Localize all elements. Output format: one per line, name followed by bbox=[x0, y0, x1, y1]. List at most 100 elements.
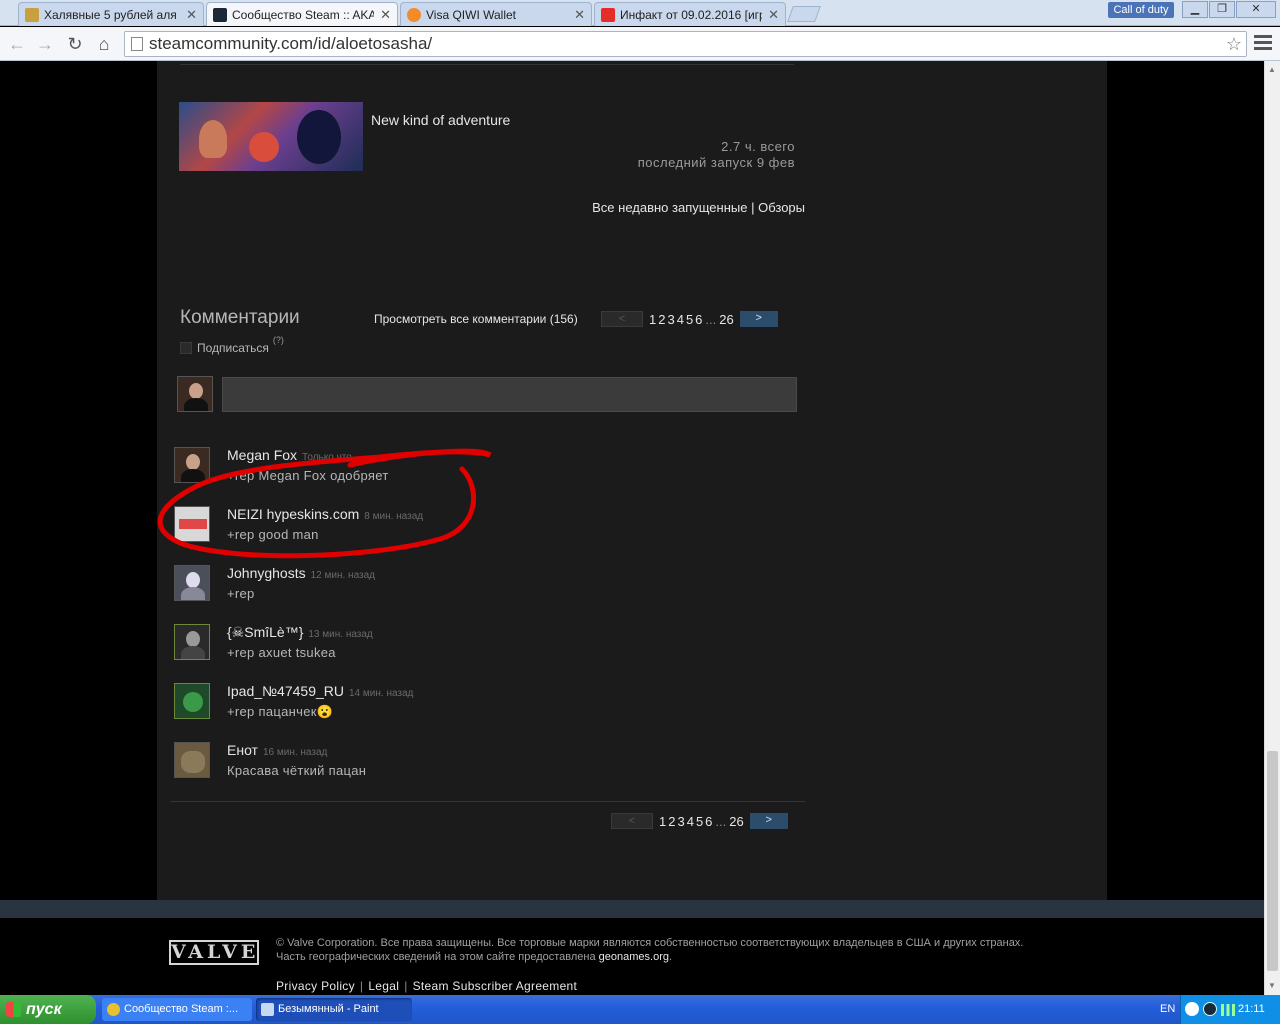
comment-author[interactable]: Johnyghosts bbox=[227, 565, 306, 581]
restore-icon[interactable]: ❐ bbox=[1209, 1, 1235, 18]
subscribe-help-icon[interactable]: (?) bbox=[273, 335, 284, 345]
geo-credit: Часть географических сведений на этом са… bbox=[276, 951, 673, 963]
taskbar-item-paint[interactable]: Безымянный - Paint bbox=[256, 998, 412, 1021]
subscriber-agreement-link[interactable]: Steam Subscriber Agreement bbox=[413, 979, 578, 993]
subscribe-label: Подписаться bbox=[197, 341, 269, 355]
network-signal-icon[interactable] bbox=[1221, 1004, 1235, 1016]
home-icon[interactable]: ⌂ bbox=[93, 33, 115, 55]
address-bar[interactable]: steamcommunity.com/id/aloetosasha/ ☆ bbox=[124, 31, 1247, 57]
all-recent-link[interactable]: Все недавно запущенные bbox=[592, 200, 747, 215]
recent-links: Все недавно запущенные | Обзоры bbox=[560, 200, 805, 215]
comment-author[interactable]: {☠SmîLè™} bbox=[227, 624, 303, 640]
view-all-comments-link[interactable]: Просмотреть все комментарии (156) bbox=[374, 312, 578, 326]
footer-links: Privacy Policy | Legal | Steam Subscriber Ag… bbox=[276, 979, 578, 993]
tab-title: Visa QIWI Wallet bbox=[426, 7, 517, 22]
page-link[interactable]: 26 bbox=[719, 312, 733, 327]
next-page-button[interactable]: > bbox=[739, 311, 778, 327]
comment-author[interactable]: NEIZI hypeskins.com bbox=[227, 506, 359, 522]
close-window-icon[interactable]: ✕ bbox=[1236, 1, 1276, 18]
comment-author[interactable]: Megan Fox bbox=[227, 447, 297, 463]
qiwi-favicon-icon bbox=[407, 7, 421, 22]
comment-item: Ipad_№47459_RU 14 мин. назад +rep пацанче… bbox=[174, 683, 774, 723]
comment-item: {☠SmîLè™} 13 мин. назад +rep axuet tsukea bbox=[174, 624, 774, 664]
browser-tab-1[interactable]: Халявные 5 рублей аля ком ✕ bbox=[18, 2, 204, 26]
steam-tray-icon[interactable] bbox=[1203, 1002, 1217, 1016]
tab-close-icon[interactable]: ✕ bbox=[768, 7, 779, 23]
reviews-link[interactable]: Обзоры bbox=[758, 200, 805, 215]
bookmark-star-icon[interactable]: ☆ bbox=[1226, 32, 1242, 56]
chrome-icon bbox=[107, 1003, 120, 1016]
comment-avatar[interactable] bbox=[174, 683, 210, 719]
checkbox-box[interactable] bbox=[180, 342, 192, 354]
page-link[interactable]: 3 bbox=[677, 814, 684, 829]
comment-author[interactable]: Енот bbox=[227, 742, 258, 758]
comment-text: Красава чёткий пацан bbox=[227, 763, 367, 778]
browser-tab-4[interactable]: Инфакт от 09.02.2016 [игр ✕ bbox=[594, 2, 786, 26]
task-label: Сообщество Steam :... bbox=[124, 1003, 239, 1015]
page-link[interactable]: 4 bbox=[677, 312, 684, 327]
clock[interactable]: 21:11 bbox=[1238, 1003, 1265, 1015]
page-scrollbar[interactable]: ▲ ▼ bbox=[1264, 61, 1280, 995]
prev-page-button[interactable]: < bbox=[601, 311, 643, 327]
page-link[interactable]: 6 bbox=[695, 312, 702, 327]
comment-avatar[interactable] bbox=[174, 506, 210, 542]
page-link[interactable]: 1 bbox=[649, 312, 656, 327]
page-link[interactable]: 6 bbox=[705, 814, 712, 829]
comment-time: 8 мин. назад bbox=[364, 511, 424, 522]
privacy-policy-link[interactable]: Privacy Policy bbox=[276, 979, 355, 993]
game-capsule-image[interactable] bbox=[179, 102, 363, 171]
comment-input[interactable] bbox=[222, 377, 797, 412]
comment-avatar[interactable] bbox=[174, 742, 210, 778]
tray-expand-icon[interactable] bbox=[1185, 1002, 1199, 1016]
comment-avatar[interactable] bbox=[174, 624, 210, 660]
site-favicon-icon bbox=[25, 7, 39, 22]
page-link[interactable]: 3 bbox=[667, 312, 674, 327]
tab-title: Инфакт от 09.02.2016 [игр bbox=[620, 7, 763, 22]
my-avatar bbox=[177, 376, 213, 412]
comment-avatar[interactable] bbox=[174, 447, 210, 483]
language-indicator[interactable]: EN bbox=[1160, 1003, 1175, 1015]
comment-time: Только что bbox=[302, 452, 352, 463]
comment-author-row: Енот 16 мин. назад bbox=[227, 742, 327, 758]
page-link[interactable]: 5 bbox=[686, 312, 693, 327]
tab-close-icon[interactable]: ✕ bbox=[186, 7, 197, 23]
reload-icon[interactable]: ↻ bbox=[64, 33, 86, 55]
geo-credit-text: Часть географических сведений на этом са… bbox=[276, 951, 596, 963]
taskbar-item-chrome[interactable]: Сообщество Steam :... bbox=[102, 998, 252, 1021]
next-page-button[interactable]: > bbox=[749, 813, 788, 829]
prev-page-button[interactable]: < bbox=[611, 813, 653, 829]
browser-menu-icon[interactable] bbox=[1254, 35, 1272, 51]
tab-close-icon[interactable]: ✕ bbox=[574, 7, 585, 23]
paint-icon bbox=[261, 1003, 274, 1016]
game-last-played: последний запуск 9 фев bbox=[637, 155, 795, 170]
system-tray bbox=[1180, 995, 1280, 1024]
page-link[interactable]: 2 bbox=[668, 814, 675, 829]
minimize-icon[interactable]: ▁ bbox=[1182, 1, 1208, 18]
game-name[interactable]: New kind of adventure bbox=[371, 112, 510, 128]
geonames-link[interactable]: geonames.org bbox=[599, 951, 669, 963]
page-link[interactable]: 1 bbox=[659, 814, 666, 829]
scrollbar-thumb[interactable] bbox=[1267, 751, 1278, 971]
browser-tab-3[interactable]: Visa QIWI Wallet ✕ bbox=[400, 2, 592, 26]
comment-avatar[interactable] bbox=[174, 565, 210, 601]
page-link[interactable]: 5 bbox=[696, 814, 703, 829]
back-arrow-icon[interactable]: ← bbox=[6, 33, 28, 55]
comment-author[interactable]: Ipad_№47459_RU bbox=[227, 683, 344, 699]
page-link[interactable]: 26 bbox=[729, 814, 743, 829]
subscribe-checkbox[interactable]: Подписаться (?) bbox=[180, 335, 284, 355]
window-title: Call of duty bbox=[1108, 2, 1174, 18]
page-link[interactable]: 4 bbox=[687, 814, 694, 829]
browser-tab-2[interactable]: Сообщество Steam :: AKATSUK ✕ bbox=[206, 2, 398, 26]
legal-link[interactable]: Legal bbox=[368, 979, 399, 993]
tab-close-icon[interactable]: ✕ bbox=[380, 7, 391, 23]
page-link[interactable]: 2 bbox=[658, 312, 665, 327]
comment-author-row: NEIZI hypeskins.com 8 мин. назад bbox=[227, 506, 423, 522]
valve-logo[interactable]: VALVE bbox=[169, 940, 259, 965]
start-button[interactable]: пуск bbox=[0, 995, 96, 1024]
new-tab-button[interactable] bbox=[787, 6, 821, 22]
scroll-up-icon[interactable]: ▲ bbox=[1268, 65, 1276, 74]
comments-title: Комментарии bbox=[180, 307, 300, 328]
scroll-down-icon[interactable]: ▼ bbox=[1268, 981, 1276, 990]
steam-profile-page: New kind of adventure 2.7 ч. всего после… bbox=[0, 61, 1264, 995]
forward-arrow-icon[interactable]: → bbox=[34, 33, 56, 55]
